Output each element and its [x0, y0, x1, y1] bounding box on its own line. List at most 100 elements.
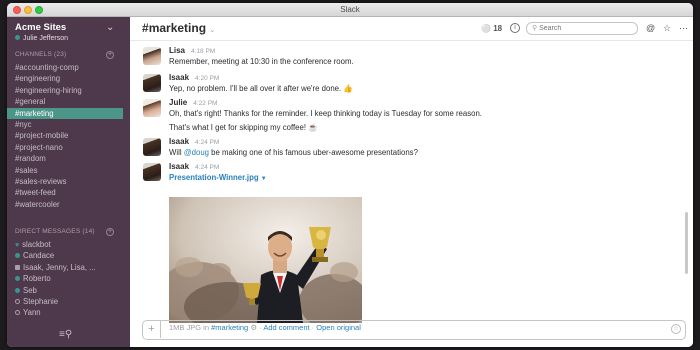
- channel-label: marketing: [19, 108, 54, 118]
- channels-heading[interactable]: CHANNELS (23): [15, 51, 66, 58]
- presentation-photo: [169, 197, 362, 323]
- channel-label: sales: [19, 165, 38, 175]
- presence-online-icon: [15, 253, 20, 259]
- avatar[interactable]: [143, 138, 161, 156]
- dm-item-seb[interactable]: Seb: [7, 285, 123, 296]
- dm-item-roberto[interactable]: Roberto: [7, 273, 123, 284]
- message-time[interactable]: 4:24 PM: [195, 164, 219, 171]
- channel-label: sales-reviews: [19, 177, 67, 186]
- avatar[interactable]: [143, 99, 161, 117]
- current-user[interactable]: Julie Jefferson: [15, 35, 68, 42]
- dm-label: slackbot: [22, 240, 51, 249]
- avatar[interactable]: [143, 74, 161, 92]
- message-list: Lisa 4:18 PM Remember, meeting at 10:30 i…: [130, 42, 693, 332]
- message-author[interactable]: Julie 4:22 PM: [169, 98, 217, 107]
- file-name-link[interactable]: Presentation-Winner.jpg ▼: [169, 173, 267, 182]
- member-icon: ⚪: [481, 24, 491, 33]
- channel-label: accounting-comp: [19, 63, 79, 72]
- channel-item-random[interactable]: #random: [7, 153, 123, 164]
- image-preview[interactable]: [169, 197, 362, 323]
- star-icon[interactable]: ☆: [663, 23, 671, 34]
- mention-icon[interactable]: @: [646, 23, 655, 33]
- more-icon[interactable]: ⋯: [679, 23, 688, 34]
- plus-circle-icon[interactable]: +: [106, 51, 114, 59]
- channel-title[interactable]: #marketing ⌄: [142, 21, 215, 35]
- author-name: Isaak: [169, 73, 190, 82]
- user-name: Julie Jefferson: [23, 35, 69, 42]
- message-time[interactable]: 4:18 PM: [191, 48, 215, 55]
- channel-item-project-nano[interactable]: #project-nano: [7, 142, 123, 153]
- app-window: Slack Acme Sites ⌄ Julie Jefferson CHANN…: [7, 3, 693, 347]
- message-time[interactable]: 4:22 PM: [193, 100, 217, 107]
- author-name: Isaak: [169, 162, 190, 171]
- channel-item-sales[interactable]: #sales: [7, 165, 123, 176]
- search-box[interactable]: ⚲: [526, 22, 638, 35]
- message-author[interactable]: Isaak 4:20 PM: [169, 73, 219, 82]
- dm-label: Isaak, Jenny, Lisa, ...: [23, 262, 96, 272]
- user-mention-link[interactable]: @doug: [184, 148, 209, 157]
- dm-label: Yann: [23, 308, 41, 318]
- channel-item-general[interactable]: #general: [7, 96, 123, 107]
- channel-label: watercooler: [19, 199, 60, 209]
- dm-item-stephanie[interactable]: Stephanie: [7, 296, 123, 307]
- channels-heading-label: CHANNELS: [15, 51, 52, 58]
- channel-item-nyc[interactable]: #nyc: [7, 119, 123, 130]
- presence-online-icon: [15, 287, 20, 293]
- presence-icon: [15, 35, 20, 40]
- search-icon: ⚲: [532, 25, 538, 32]
- channel-item-accounting-comp[interactable]: #accounting-comp: [7, 62, 123, 73]
- channel-item-sales-reviews[interactable]: #sales-reviews: [7, 176, 123, 187]
- chevron-down-icon[interactable]: ⌄: [106, 22, 114, 33]
- avatar[interactable]: [143, 163, 161, 181]
- channel-label: tweet-feed: [19, 188, 56, 198]
- dm-heading[interactable]: DIRECT MESSAGES (14): [15, 228, 95, 235]
- message-author[interactable]: Isaak 4:24 PM: [169, 162, 219, 171]
- emoji-icon[interactable]: ☺: [671, 324, 681, 334]
- upload-plus-button[interactable]: +: [143, 321, 161, 338]
- message-author[interactable]: Isaak 4:24 PM: [169, 137, 219, 146]
- channel-item-project-mobile[interactable]: #project-mobile: [7, 130, 123, 141]
- presence-away-icon: [15, 310, 20, 316]
- message-time[interactable]: 4:24 PM: [195, 139, 219, 146]
- author-name: Julie: [169, 98, 188, 107]
- channel-item-marketing[interactable]: #marketing: [7, 107, 123, 119]
- channels-count: (23): [54, 51, 67, 58]
- dm-item-yann[interactable]: Yann: [7, 307, 123, 318]
- message-input[interactable]: [165, 324, 655, 336]
- message-author[interactable]: Lisa 4:18 PM: [169, 46, 215, 55]
- info-icon[interactable]: i: [510, 23, 520, 33]
- scrollbar[interactable]: [685, 212, 688, 274]
- channel-header: #marketing ⌄ ⚪ 18 i ⚲ @ ☆ ⋯: [130, 17, 693, 41]
- channel-item-engineering[interactable]: #engineering: [7, 73, 123, 84]
- channel-label: engineering-hiring: [19, 85, 82, 95]
- message-text: Yep, no problem. I'll be all over it aft…: [169, 84, 354, 93]
- group-dm-icon: [15, 264, 20, 270]
- sidebar: Acme Sites ⌄ Julie Jefferson CHANNELS (2…: [7, 17, 130, 347]
- avatar[interactable]: [143, 47, 161, 65]
- titlebar: Slack: [7, 3, 693, 17]
- dm-item-slackbot[interactable]: ♥ slackbot: [7, 239, 123, 250]
- team-name[interactable]: Acme Sites: [15, 22, 66, 33]
- channel-item-watercooler[interactable]: #watercooler: [7, 199, 123, 210]
- channel-title-label: marketing: [148, 21, 207, 35]
- presence-away-icon: [15, 299, 20, 304]
- dm-heading-label: DIRECT MESSAGES: [15, 228, 81, 235]
- member-count: 18: [493, 24, 503, 33]
- dm-item-isaak[interactable]: Isaak, Jenny, Lisa, ...: [7, 262, 123, 273]
- presence-online-icon: [15, 276, 20, 282]
- plus-circle-icon[interactable]: +: [106, 228, 114, 236]
- channel-item-engineering-hiring[interactable]: #engineering-hiring: [7, 85, 123, 96]
- member-count-button[interactable]: ⚪ 18: [481, 24, 502, 33]
- channel-item-tweet-feed[interactable]: #tweet-feed: [7, 187, 123, 198]
- message-composer: + ☺: [142, 320, 686, 340]
- message-time[interactable]: 4:20 PM: [195, 75, 219, 82]
- channel-label: project-nano: [19, 142, 63, 152]
- channel-label: nyc: [19, 120, 32, 129]
- author-name: Isaak: [169, 137, 190, 146]
- filter-search-icon[interactable]: ≡⚲: [59, 329, 72, 340]
- dm-item-candace[interactable]: Candace: [7, 250, 123, 261]
- channel-label: engineering: [19, 74, 61, 84]
- heart-icon: ♥: [15, 242, 20, 249]
- search-input[interactable]: [539, 25, 630, 32]
- dm-label: Stephanie: [23, 297, 59, 306]
